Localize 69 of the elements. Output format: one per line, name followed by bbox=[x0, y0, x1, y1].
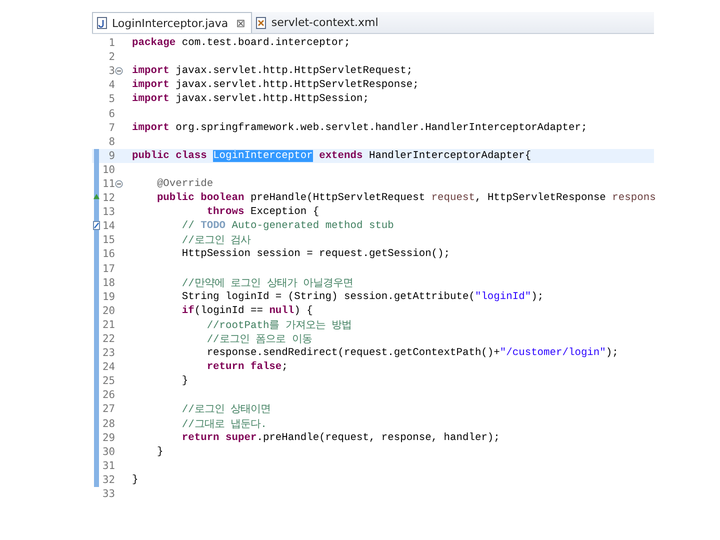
line-number: 12 bbox=[101, 192, 115, 204]
fold-icon[interactable] bbox=[115, 180, 123, 188]
line-number: 26 bbox=[101, 389, 115, 402]
line-number: 19 bbox=[101, 290, 115, 303]
line-number: 18 bbox=[101, 276, 115, 289]
code-line: return super.preHandle(request, response, handler); bbox=[180, 432, 500, 444]
task-icon bbox=[93, 221, 100, 230]
line-number: 22 bbox=[101, 333, 115, 346]
line-number: 20 bbox=[101, 304, 115, 317]
code-line: @Override bbox=[156, 178, 214, 190]
fold-icon[interactable] bbox=[115, 67, 123, 76]
line-number: 23 bbox=[101, 347, 115, 360]
code-line: public boolean preHandle(HttpServletRequest request, HttpServletResponse respons bbox=[156, 192, 656, 204]
line-number: 11 bbox=[101, 178, 115, 190]
code-line: } bbox=[132, 474, 138, 486]
line-number: 5 bbox=[108, 93, 115, 106]
code-line: package com.test.board.interceptor; bbox=[132, 37, 350, 50]
editor-tab[interactable]: LoginInterceptor.java ⊠ bbox=[92, 12, 252, 33]
line-number: 21 bbox=[101, 318, 115, 331]
line-number: 28 bbox=[101, 418, 115, 430]
code-line: response.sendRedirect(request.getContextPath()+"/customer/login"); bbox=[206, 347, 618, 360]
line-number: 1 bbox=[108, 37, 115, 50]
code-line: //로그인 상태이면 bbox=[180, 403, 271, 416]
line-number: 31 bbox=[101, 460, 115, 472]
code-line: } bbox=[156, 446, 164, 458]
tab-label: LoginInterceptor.java bbox=[112, 16, 228, 30]
line-number: 14 bbox=[101, 220, 115, 232]
code-line: import javax.servlet.http.HttpServletRequest; bbox=[132, 65, 413, 78]
code-line: String loginId = (String) session.getAttribute("loginId"); bbox=[180, 290, 544, 303]
line-number: 4 bbox=[108, 79, 115, 92]
line-number: 24 bbox=[101, 361, 115, 374]
line-number: 7 bbox=[108, 122, 115, 134]
line-number: 30 bbox=[101, 446, 115, 458]
line-number: 25 bbox=[101, 375, 115, 388]
code-line: //rootPath를 가져오는 방법 bbox=[206, 318, 352, 332]
close-icon[interactable]: ⊠ bbox=[236, 16, 246, 30]
code-line: HttpSession session = request.getSession(); bbox=[180, 248, 450, 260]
tab-label: servlet-context.xml bbox=[271, 16, 378, 29]
line-number: 29 bbox=[101, 432, 115, 444]
line-number: 27 bbox=[101, 403, 115, 416]
line-number: 13 bbox=[101, 206, 115, 218]
xml-file-icon bbox=[255, 16, 268, 28]
code-line: //로그인 검사 bbox=[180, 234, 251, 248]
code-line: throws Exception { bbox=[206, 206, 320, 218]
code-line: if(loginId == null) { bbox=[180, 304, 313, 317]
line-number: 32 bbox=[101, 474, 115, 486]
code-line: public class LoginInterceptor extends HandlerInterceptorAdapter{ bbox=[132, 150, 532, 162]
editor-tab[interactable]: servlet-context.xml bbox=[252, 12, 384, 33]
line-number: 9 bbox=[108, 150, 115, 162]
code-line: // TODO Auto-generated method stub bbox=[180, 220, 394, 232]
line-number: 3 bbox=[108, 65, 115, 78]
line-number: 33 bbox=[101, 488, 115, 500]
code-line: //만약에 로그인 상태가 아닐경우면 bbox=[180, 276, 354, 290]
line-number: 15 bbox=[101, 234, 115, 246]
line-number: 10 bbox=[101, 164, 115, 176]
line-number: 6 bbox=[108, 108, 115, 120]
override-triangle-icon bbox=[93, 193, 100, 200]
line-number: 2 bbox=[108, 51, 115, 64]
code-line: //그대로 냅둔다. bbox=[180, 418, 267, 431]
line-number: 16 bbox=[101, 248, 115, 260]
code-line: import javax.servlet.http.HttpSession; bbox=[132, 93, 369, 106]
code-line: } bbox=[180, 375, 188, 388]
code-line: //로그인 폼으로 이동 bbox=[206, 333, 312, 346]
java-file-icon bbox=[96, 17, 108, 29]
code-line: return false; bbox=[206, 361, 288, 374]
line-number: 17 bbox=[101, 262, 115, 275]
code-line: import javax.servlet.http.HttpServletResponse; bbox=[132, 79, 419, 92]
code-line: import org.springframework.web.servlet.handler.HandlerInterceptorAdapter; bbox=[132, 122, 588, 134]
line-number: 8 bbox=[108, 136, 115, 148]
